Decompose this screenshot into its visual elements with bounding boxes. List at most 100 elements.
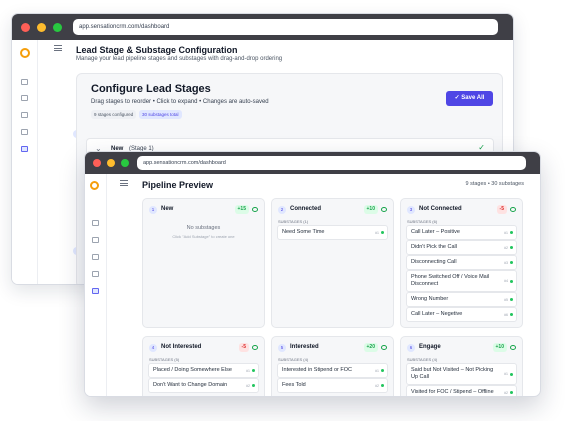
substage-item[interactable]: Wrong Number #5 (406, 292, 517, 307)
stage-name: Connected (290, 206, 322, 212)
substage-tag: #3 (504, 260, 508, 265)
title-bar: app.sensationcrm.com/dashboard (12, 14, 513, 40)
status-dot-icon (510, 261, 513, 264)
calendar-icon[interactable] (21, 112, 28, 118)
stage-number: 2 (278, 206, 286, 214)
stage-number: 5 (278, 344, 286, 352)
calendar-icon[interactable] (92, 254, 99, 260)
substage-tag: #1 (504, 372, 508, 376)
substages-label: SUBSTAGES (5) (149, 357, 180, 362)
maximize-window-button[interactable] (121, 159, 129, 167)
status-dot-icon (252, 384, 255, 387)
stage-column[interactable]: 5 Interested +20 SUBSTAGES (4) Intereste… (271, 336, 394, 396)
eye-icon[interactable] (510, 345, 516, 350)
status-dot-icon (381, 369, 384, 372)
title-bar: app.sensationcrm.com/dashboard (85, 152, 540, 174)
home-icon[interactable] (92, 220, 99, 226)
menu-icon[interactable] (120, 180, 128, 186)
column-header: 6 Engage +10 (407, 343, 516, 353)
substage-label: Phone Switched Off / Voice Mail Disconne… (411, 274, 490, 287)
users-icon[interactable] (21, 95, 28, 101)
column-header: 5 Interested +20 (278, 343, 387, 353)
substage-item[interactable]: Interested in Stipend or FOC #1 (277, 363, 388, 378)
substage-item[interactable]: Fees Told #2 (277, 378, 388, 393)
substage-item[interactable]: Call Later – Negetive #6 (406, 307, 517, 322)
page-subtitle: Manage your lead pipeline stages and sub… (76, 56, 283, 62)
maximize-window-button[interactable] (53, 23, 62, 32)
status-dot-icon (510, 313, 513, 316)
substages-label: SUBSTAGES (4) (407, 357, 438, 362)
close-window-button[interactable] (21, 23, 30, 32)
substage-label: Don't Want to Change Domain (153, 382, 228, 388)
save-all-label: Save All (461, 95, 485, 101)
users-icon[interactable] (92, 237, 99, 243)
eye-icon[interactable] (252, 207, 258, 212)
minimize-window-button[interactable] (107, 159, 115, 167)
address-bar[interactable]: app.sensationcrm.com/dashboard (137, 156, 526, 170)
substage-label: Said but Not Visited – Not Picking Up Ca… (411, 367, 494, 380)
reports-icon[interactable] (21, 129, 28, 135)
close-window-button[interactable] (93, 159, 101, 167)
app-logo-icon[interactable] (90, 181, 99, 190)
substage-tag: #6 (504, 312, 508, 317)
minimize-window-button[interactable] (37, 23, 46, 32)
substages-label: SUBSTAGES (4) (278, 357, 309, 362)
sidebar (85, 174, 107, 396)
empty-state-title: No substages (186, 225, 221, 231)
card-hint: Drag stages to reorder • Click to expand… (91, 99, 269, 105)
stage-number: 1 (149, 206, 157, 214)
address-bar[interactable]: app.sensationcrm.com/dashboard (73, 19, 498, 35)
eye-icon[interactable] (381, 207, 387, 212)
column-header: 4 Not Interested -5 (149, 343, 258, 353)
substage-label: Didn't Pick the Call (411, 244, 457, 250)
stage-column[interactable]: 2 Connected +10 SUBSTAGES (1) Need Some … (271, 198, 394, 328)
check-icon: ✓ (454, 95, 460, 101)
status-dot-icon (510, 246, 513, 249)
substage-item[interactable]: Don't Want to Change Domain #2 (148, 378, 259, 393)
stage-number: 4 (149, 344, 157, 352)
substage-item[interactable]: Disconnecting Call #3 (406, 255, 517, 270)
substage-item[interactable]: Visited for FOC / Stipend – Offline #2 (406, 385, 517, 396)
stage-name: Engage (419, 344, 441, 350)
stage-column[interactable]: 1 New +15 No substages Click "Add Substa… (142, 198, 265, 328)
reports-icon[interactable] (92, 271, 99, 277)
status-dot-icon (510, 391, 513, 394)
column-header: 2 Connected +10 (278, 205, 387, 215)
settings-icon[interactable] (21, 146, 28, 152)
eye-icon[interactable] (510, 207, 516, 212)
status-dot-icon (381, 384, 384, 387)
menu-icon[interactable] (54, 45, 62, 51)
app-logo-icon[interactable] (20, 48, 30, 58)
sidebar: RA (12, 40, 38, 284)
save-all-button[interactable]: ✓ Save All (446, 91, 493, 106)
score-badge: +20 (363, 343, 378, 352)
substage-item[interactable]: Said but Not Visited – Not Picking Up Ca… (406, 363, 517, 385)
score-badge: -5 (496, 205, 507, 214)
eye-icon[interactable] (252, 345, 258, 350)
substage-item[interactable]: Call Later – Positive #1 (406, 225, 517, 240)
status-dot-icon (252, 369, 255, 372)
substage-item[interactable]: Need Some Time #1 (277, 225, 388, 240)
score-badge: +10 (363, 205, 378, 214)
settings-icon[interactable] (92, 288, 99, 294)
substage-label: Need Some Time (282, 229, 325, 235)
substage-item[interactable]: Didn't Pick the Call #2 (406, 240, 517, 255)
eye-icon[interactable] (381, 345, 387, 350)
pipeline-preview-title: Pipeline Preview (142, 180, 214, 190)
stage-name: Interested (290, 344, 319, 350)
substage-label: Placed / Doing Somewhere Else (153, 367, 232, 373)
stage-column[interactable]: 4 Not Interested -5 SUBSTAGES (5) Placed… (142, 336, 265, 396)
status-dot-icon (381, 231, 384, 234)
substage-item[interactable]: Placed / Doing Somewhere Else #1 (148, 363, 259, 378)
status-dot-icon (510, 372, 513, 376)
substage-label: Disconnecting Call (411, 259, 457, 265)
score-badge: +10 (492, 343, 507, 352)
home-icon[interactable] (21, 79, 28, 85)
stage-column[interactable]: 6 Engage +10 SUBSTAGES (4) Said but Not … (400, 336, 523, 396)
status-dot-icon (510, 231, 513, 234)
substage-item[interactable]: Phone Switched Off / Voice Mail Disconne… (406, 270, 517, 292)
substage-label: Call Later – Positive (411, 229, 460, 235)
stage-number: 6 (407, 344, 415, 352)
stage-column[interactable]: 3 Not Connected -5 SUBSTAGES (6) Call La… (400, 198, 523, 328)
pipeline-window: app.sensationcrm.com/dashboard Pipeline … (84, 151, 541, 397)
